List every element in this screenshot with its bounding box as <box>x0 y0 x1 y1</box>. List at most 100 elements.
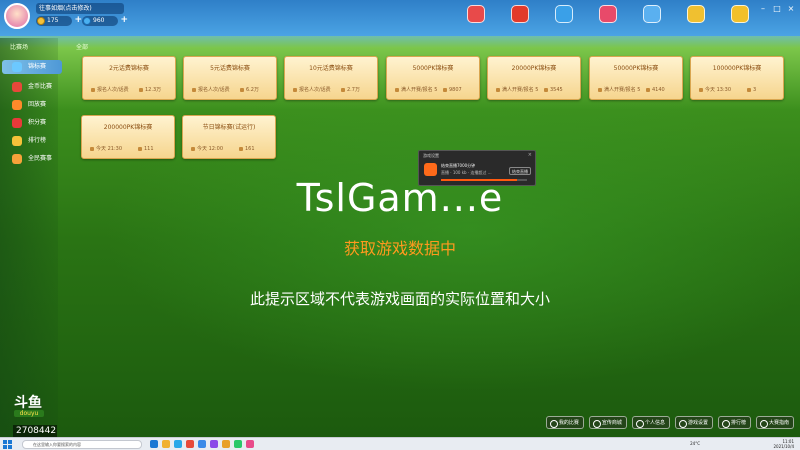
gem-value: 960 <box>93 17 105 24</box>
douyu-logo-text: 斗鱼 <box>14 395 42 411</box>
coin-balance: 175 + <box>36 15 82 26</box>
tournament-card[interactable]: 节日锦标赛(试运行) 今天 12:00 161 <box>182 115 276 159</box>
popup-progress-fill <box>441 179 517 181</box>
sidebar-item-label: 积分赛 <box>28 119 47 126</box>
top-icon-button[interactable] <box>636 5 668 33</box>
sidebar-item-label: 锦标赛 <box>28 63 47 70</box>
taskbar-app-icon[interactable] <box>234 440 242 448</box>
sidebar-item[interactable]: 金币比赛 <box>2 80 62 94</box>
coin-icon <box>37 17 45 25</box>
card-right: 161 <box>239 146 255 152</box>
gift-icon <box>511 5 529 23</box>
bottom-button[interactable]: 宣传商城 <box>588 416 627 429</box>
card-title: 节日锦标赛(试运行) <box>202 124 256 131</box>
bag-icon <box>687 5 705 23</box>
sidebar-item[interactable]: 排行榜 <box>2 134 62 148</box>
activity-icon <box>555 5 573 23</box>
content-header: 全部 <box>76 44 89 51</box>
avatar[interactable] <box>4 3 30 29</box>
top-icon-button[interactable] <box>548 5 580 33</box>
bottom-button[interactable]: 我的比赛 <box>545 416 584 429</box>
task-icon <box>599 5 617 23</box>
system-clock[interactable]: 11:01 2021/10/4 <box>773 439 794 449</box>
card-right: 3545 <box>544 87 563 93</box>
minimize-icon[interactable]: – <box>758 4 768 14</box>
bottom-button[interactable]: 游戏设置 <box>674 416 713 429</box>
sidebar-item[interactable]: 积分赛 <box>2 116 62 130</box>
popup-subtitle: 直播 · 100 kb · 连播超过 … <box>441 170 492 175</box>
gem-icon <box>83 17 91 25</box>
sidebar-item-label: 排行榜 <box>28 137 47 144</box>
brand-title: TslGam...e <box>296 176 504 220</box>
rank-icon <box>731 5 749 23</box>
add-coin-button[interactable]: + <box>74 15 82 25</box>
card-left: 满人开赛/报名 5 <box>598 86 640 93</box>
tournament-card[interactable]: 5元话费锦标赛 报名人次/话费 6.2万 <box>183 56 277 100</box>
taskbar-app-icon[interactable] <box>198 440 206 448</box>
card-left: 报名人次/话费 <box>293 86 331 93</box>
top-icon-button[interactable] <box>460 5 492 33</box>
taskbar: 在这里输入你要搜索的内容 24°C 11:01 2021/10/4 <box>0 437 800 450</box>
popup-close-icon[interactable]: × <box>528 152 532 158</box>
sidebar-item-icon <box>12 154 22 164</box>
card-title: 2元话费锦标赛 <box>109 65 149 72</box>
bottom-button[interactable]: 大赛指南 <box>755 416 794 429</box>
taskbar-app-icon[interactable] <box>150 440 158 448</box>
top-icon-bar <box>460 5 756 33</box>
card-right: 111 <box>138 146 154 152</box>
sidebar-item[interactable]: 回放赛 <box>2 98 62 112</box>
sidebar-header: 比赛场 <box>10 44 29 51</box>
username-label[interactable]: 往事如烟(点击修改) <box>36 3 124 14</box>
taskbar-app-icon[interactable] <box>162 440 170 448</box>
close-icon[interactable]: × <box>786 4 796 14</box>
sidebar-item-icon <box>12 118 22 128</box>
tournament-card[interactable]: 50000PK锦标赛 满人开赛/报名 5 4140 <box>589 56 683 100</box>
gem-balance: 960 + <box>82 15 128 26</box>
taskbar-app-icon[interactable] <box>186 440 194 448</box>
card-title: 5元话费锦标赛 <box>210 65 250 72</box>
card-right: 3 <box>747 87 756 93</box>
clock-date: 2021/10/4 <box>773 444 794 449</box>
top-icon-button[interactable] <box>592 5 624 33</box>
bottom-button[interactable]: 个人信息 <box>631 416 670 429</box>
taskbar-search-input[interactable]: 在这里输入你要搜索的内容 <box>22 440 142 449</box>
card-title: 20000PK锦标赛 <box>511 65 557 72</box>
popup-header: 游戏设置 <box>423 153 439 158</box>
top-icon-button[interactable] <box>724 5 756 33</box>
sidebar-item-icon <box>12 82 22 92</box>
end-stream-button[interactable]: 结束直播 <box>509 167 531 175</box>
taskbar-app-icon[interactable] <box>174 440 182 448</box>
card-left: 今天 12:00 <box>191 145 223 152</box>
window-controls: – □ × <box>758 4 796 14</box>
card-left: 报名人次/话费 <box>91 86 129 93</box>
tournament-card[interactable]: 10元话费锦标赛 报名人次/话费 2.7万 <box>284 56 378 100</box>
maximize-icon[interactable]: □ <box>772 4 782 14</box>
tournament-card[interactable]: 5000PK锦标赛 满人开赛/报名 5 9807 <box>386 56 480 100</box>
hint-text: 此提示区域不代表游戏画面的实际位置和大小 <box>249 290 550 308</box>
tournament-card[interactable]: 200000PK锦标赛 今天 21:30 111 <box>81 115 175 159</box>
douyu-logo: 斗鱼 douyu <box>14 392 56 418</box>
card-title: 100000PK锦标赛 <box>712 65 762 72</box>
tournament-card[interactable]: 100000PK锦标赛今天 13:30 3 <box>690 56 784 100</box>
taskbar-app-icon[interactable] <box>246 440 254 448</box>
sidebar-item[interactable]: 锦标赛 <box>2 60 62 74</box>
windows-start-icon[interactable] <box>3 440 12 449</box>
card-title: 5000PK锦标赛 <box>412 65 454 72</box>
bottom-button-bar: 我的比赛 宣传商城 个人信息 游戏设置 排行榜 大赛指南 <box>545 416 794 429</box>
taskbar-app-icon[interactable] <box>210 440 218 448</box>
card-left: 满人开赛/报名 5 <box>395 86 437 93</box>
sidebar-item[interactable]: 全民赛事 <box>2 152 62 166</box>
card-left: 今天 13:30 <box>699 86 731 93</box>
weather-text: 24°C <box>690 441 700 446</box>
card-right: 12.3万 <box>139 86 161 93</box>
room-id: 2708442 <box>13 425 57 437</box>
tournament-card[interactable]: 20000PK锦标赛满人开赛/报名 5 3545 <box>487 56 581 100</box>
taskbar-app-icon[interactable] <box>222 440 230 448</box>
top-icon-button[interactable] <box>504 5 536 33</box>
game-window: 往事如烟(点击修改) 175 + 960 + – □ × 比赛场 锦标赛金币比赛… <box>0 0 800 437</box>
top-icon-button[interactable] <box>680 5 712 33</box>
add-gem-button[interactable]: + <box>120 15 128 25</box>
tournament-card[interactable]: 2元话费锦标赛报名人次/话费 12.3万 <box>82 56 176 100</box>
card-left: 满人开赛/报名 5 <box>496 86 538 93</box>
bottom-button[interactable]: 排行榜 <box>717 416 751 429</box>
